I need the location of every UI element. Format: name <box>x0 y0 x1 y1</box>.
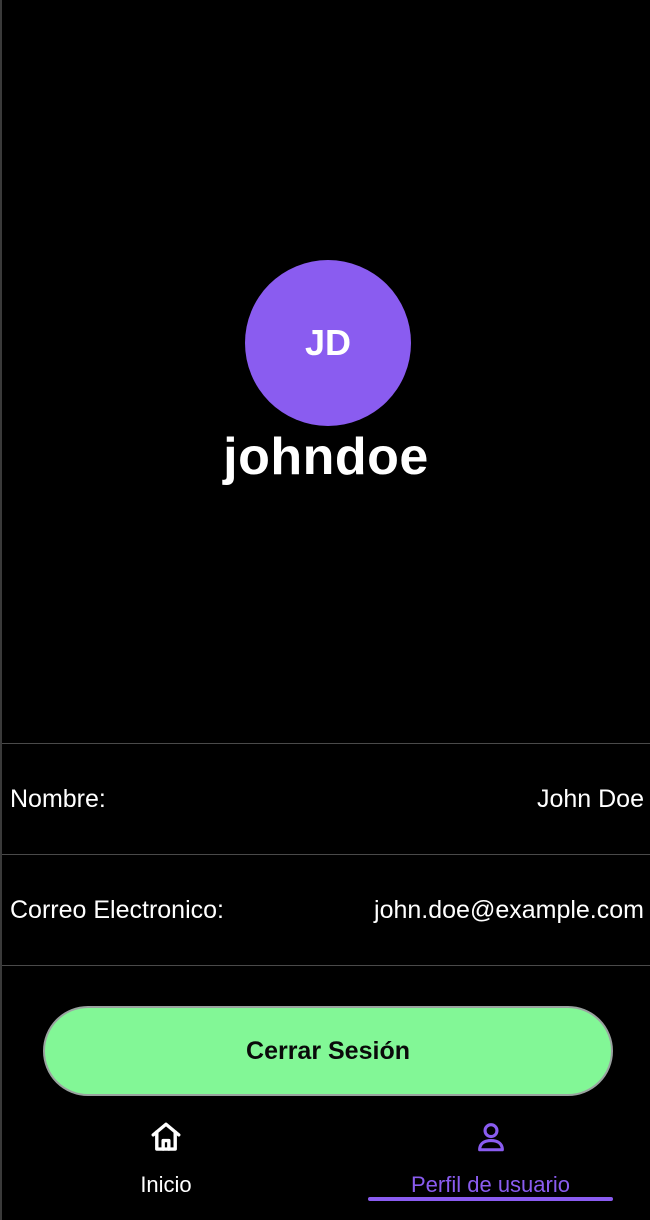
name-value: John Doe <box>536 784 644 813</box>
avatar: JD <box>245 260 411 426</box>
avatar-initials: JD <box>304 322 352 363</box>
email-value: john.doe@example.com <box>374 895 644 924</box>
profile-screen: JD johndoe Nombre: John Doe Correo Elect… <box>0 0 650 1220</box>
nav-item-home[interactable]: Inicio <box>96 1110 236 1210</box>
nav-label-profile: Perfil de usuario <box>411 1172 570 1197</box>
nav-item-profile[interactable]: Perfil de usuario <box>368 1110 613 1210</box>
bottom-navigation: Inicio Perfil de usuario <box>2 1110 650 1220</box>
profile-header: JD johndoe <box>2 0 650 743</box>
name-label: Nombre: <box>10 784 106 813</box>
email-label: Correo Electronico: <box>10 895 224 924</box>
user-icon <box>474 1120 508 1154</box>
nav-label-home: Inicio <box>140 1172 192 1197</box>
info-row-name: Nombre: John Doe <box>2 743 650 854</box>
active-tab-indicator <box>368 1197 613 1201</box>
logout-button[interactable]: Cerrar Sesión <box>43 1006 613 1096</box>
username: johndoe <box>223 428 429 486</box>
home-icon <box>149 1120 183 1154</box>
info-row-email: Correo Electronico: john.doe@example.com <box>2 854 650 965</box>
divider <box>2 965 650 966</box>
